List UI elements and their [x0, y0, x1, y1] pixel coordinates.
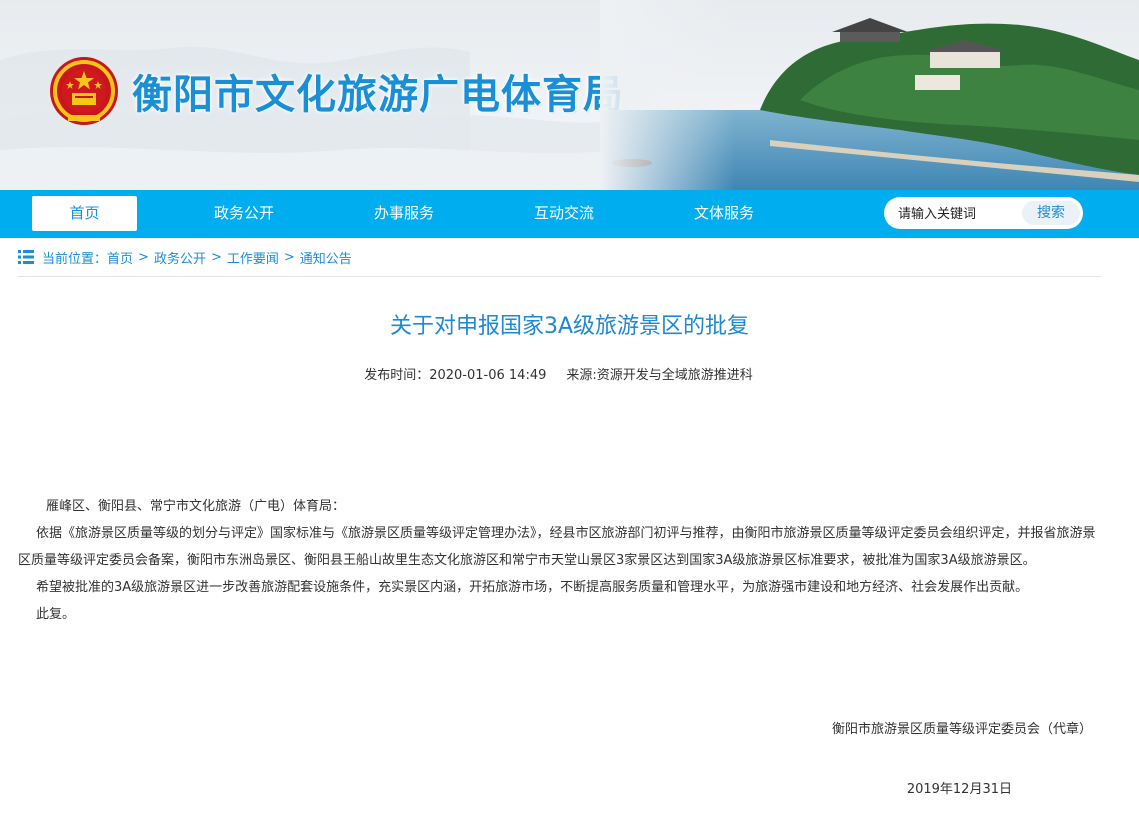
list-icon: [18, 250, 34, 264]
search-box: 搜索: [884, 197, 1083, 229]
nav-item-government-affairs[interactable]: 政务公开: [195, 196, 293, 231]
search-input[interactable]: [896, 202, 1020, 226]
breadcrumb: 当前位置： 首页 > 政务公开 > 工作要闻 > 通知公告: [18, 247, 352, 267]
publish-time: 发布时间：2020-01-06 14:49: [364, 368, 547, 383]
breadcrumb-separator: >: [138, 249, 149, 265]
nav-item-culture-sports[interactable]: 文体服务: [675, 196, 773, 231]
article-body: 雁峰区、衡阳县、常宁市文化旅游（广电）体育局： 依据《旅游景区质量等级的划分与评…: [18, 493, 1100, 628]
breadcrumb-work-news[interactable]: 工作要闻: [227, 248, 279, 267]
paragraph: 此复。: [36, 607, 76, 622]
article-title: 关于对申报国家3A级旅游景区的批复: [389, 314, 750, 339]
paragraph: 希望被批准的3A级旅游景区进一步改善旅游配套设施条件，充实景区内涵，开拓旅游市场…: [36, 580, 1029, 595]
breadcrumb-notices[interactable]: 通知公告: [300, 248, 352, 267]
article-meta: 发布时间：2020-01-06 14:49 来源:资源开发与全域旅游推进科: [0, 364, 1117, 383]
nav-item-interaction[interactable]: 互动交流: [515, 196, 613, 231]
search-button[interactable]: 搜索: [1022, 201, 1080, 225]
site-banner: 衡阳市文化旅游广电体育局: [0, 0, 1139, 190]
signature: 衡阳市旅游景区质量等级评定委员会（代章）: [831, 722, 1092, 737]
national-emblem-icon: [50, 57, 118, 125]
divider: [18, 276, 1101, 277]
breadcrumb-home[interactable]: 首页: [107, 248, 133, 267]
salutation: 雁峰区、衡阳县、常宁市文化旅游（广电）体育局：: [46, 499, 346, 514]
breadcrumb-separator: >: [283, 249, 295, 265]
main-nav: 首页 政务公开 办事服务 互动交流 文体服务 搜索: [0, 190, 1139, 238]
issue-date: 2019年12月31日: [906, 782, 1012, 797]
paragraph: 依据《旅游景区质量等级的划分与评定》国家标准与《旅游景区质量等级评定管理办法》，…: [18, 526, 1096, 568]
lake-island-scenery-image: [600, 0, 1139, 190]
nav-item-home[interactable]: 首页: [32, 196, 137, 231]
breadcrumb-government-affairs[interactable]: 政务公开: [154, 248, 206, 267]
nav-item-services[interactable]: 办事服务: [355, 196, 453, 231]
breadcrumb-separator: >: [210, 249, 222, 265]
breadcrumb-prefix: 当前位置：: [42, 251, 108, 267]
article-source: 来源:资源开发与全域旅游推进科: [566, 368, 753, 383]
site-title: 衡阳市文化旅游广电体育局: [132, 72, 624, 118]
